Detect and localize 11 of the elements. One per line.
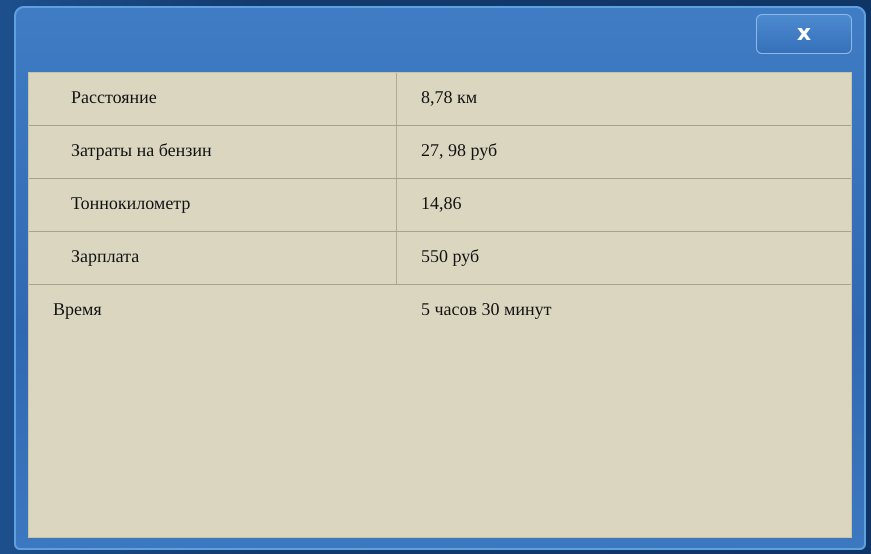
- row-label: Затраты на бензин: [71, 140, 212, 160]
- row-value: 550 руб: [421, 246, 480, 266]
- row-label: Тоннокилометр: [71, 193, 190, 213]
- row-label: Время: [53, 299, 102, 319]
- close-button[interactable]: x: [756, 14, 852, 54]
- row-label: Зарплата: [71, 246, 140, 266]
- row-value: 14,86: [421, 193, 462, 213]
- row-value: 5 часов 30 минут: [421, 299, 552, 319]
- row-label: Расстояние: [71, 87, 157, 107]
- row-value: 27, 98 руб: [421, 140, 498, 160]
- row-value: 8,78 км: [421, 87, 478, 107]
